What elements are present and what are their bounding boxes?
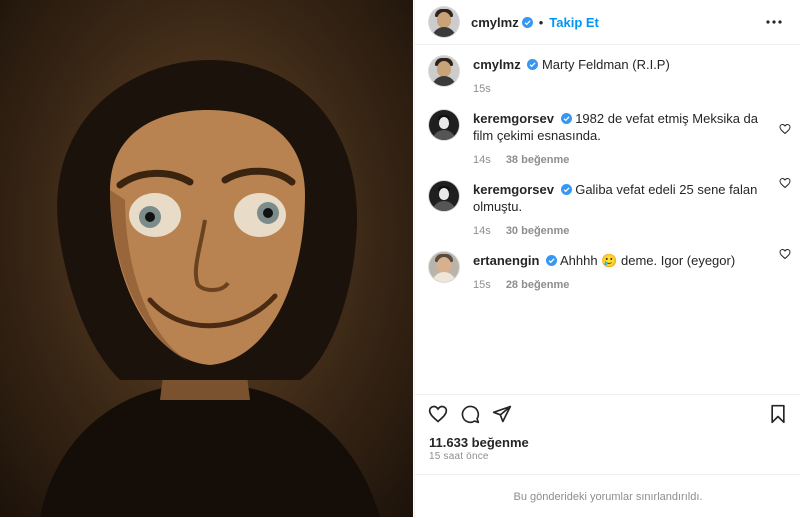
comment-username[interactable]: ertanengin bbox=[473, 253, 539, 268]
likes-count[interactable]: 11.633 beğenme bbox=[429, 435, 529, 450]
heart-icon[interactable] bbox=[779, 123, 791, 135]
caption-avatar[interactable] bbox=[429, 56, 459, 86]
comment-avatar[interactable] bbox=[429, 181, 459, 211]
comments-list[interactable]: cmylmz Marty Feldman (R.I.P) 15s keremgo… bbox=[415, 44, 800, 394]
caption-text: Marty Feldman (R.I.P) bbox=[541, 57, 670, 72]
comment-avatar[interactable] bbox=[429, 252, 459, 282]
comment-likes[interactable]: 38 beğenme bbox=[506, 154, 570, 166]
comment-item: keremgorsev 1982 de vefat etmiş Meksika … bbox=[415, 98, 800, 169]
verified-badge-icon bbox=[527, 59, 539, 70]
post-timestamp: 15 saat önce bbox=[429, 451, 489, 462]
comment-text: Ahhhh 🥲 deme. Igor (eyegor) bbox=[560, 253, 736, 268]
comment-time: 14s bbox=[473, 154, 491, 166]
verified-badge-icon bbox=[521, 16, 533, 28]
more-options-icon[interactable] bbox=[762, 10, 786, 34]
comment-item: keremgorsev Galiba vefat edeli 25 sene f… bbox=[415, 169, 800, 240]
heart-icon[interactable] bbox=[779, 248, 791, 260]
comment-username[interactable]: keremgorsev bbox=[473, 111, 554, 126]
comment-time: 15s bbox=[473, 279, 491, 291]
verified-badge-icon bbox=[546, 255, 558, 266]
share-button[interactable] bbox=[489, 401, 515, 427]
post-actions-bar bbox=[415, 394, 800, 432]
comment-likes[interactable]: 30 beğenme bbox=[506, 225, 570, 237]
comment-likes[interactable]: 28 beğenme bbox=[506, 279, 570, 291]
caption-username[interactable]: cmylmz bbox=[473, 57, 521, 72]
comment-avatar[interactable] bbox=[429, 110, 459, 140]
heart-icon bbox=[428, 405, 448, 423]
save-button[interactable] bbox=[765, 401, 791, 427]
post-image[interactable] bbox=[0, 0, 413, 517]
follow-button[interactable]: Takip Et bbox=[549, 15, 599, 30]
comment-time: 14s bbox=[473, 225, 491, 237]
comments-restricted-notice: Bu gönderideki yorumlar sınırlandırıldı. bbox=[415, 474, 800, 518]
portrait-illustration bbox=[40, 60, 380, 517]
comment-icon bbox=[461, 405, 480, 423]
author-avatar[interactable] bbox=[429, 7, 459, 37]
comment-username[interactable]: keremgorsev bbox=[473, 182, 554, 197]
post-header: cmylmz • Takip Et bbox=[415, 0, 800, 45]
caption: cmylmz Marty Feldman (R.I.P) 15s bbox=[415, 44, 800, 98]
like-button[interactable] bbox=[425, 401, 451, 427]
heart-icon[interactable] bbox=[779, 177, 791, 189]
caption-time: 15s bbox=[473, 83, 491, 95]
verified-badge-icon bbox=[560, 184, 572, 195]
comment-button[interactable] bbox=[457, 401, 483, 427]
share-icon bbox=[492, 405, 512, 422]
author-username[interactable]: cmylmz bbox=[471, 15, 519, 30]
bookmark-icon bbox=[771, 404, 785, 423]
verified-badge-icon bbox=[560, 113, 572, 124]
instagram-post-view: cmylmz • Takip Et cmylmz Marty Feldman (… bbox=[0, 0, 800, 517]
post-side-panel: cmylmz • Takip Et cmylmz Marty Feldman (… bbox=[414, 0, 800, 517]
comment-item: ertanengin Ahhhh 🥲 deme. Igor (eyegor) 1… bbox=[415, 240, 800, 294]
separator-dot: • bbox=[538, 14, 544, 30]
